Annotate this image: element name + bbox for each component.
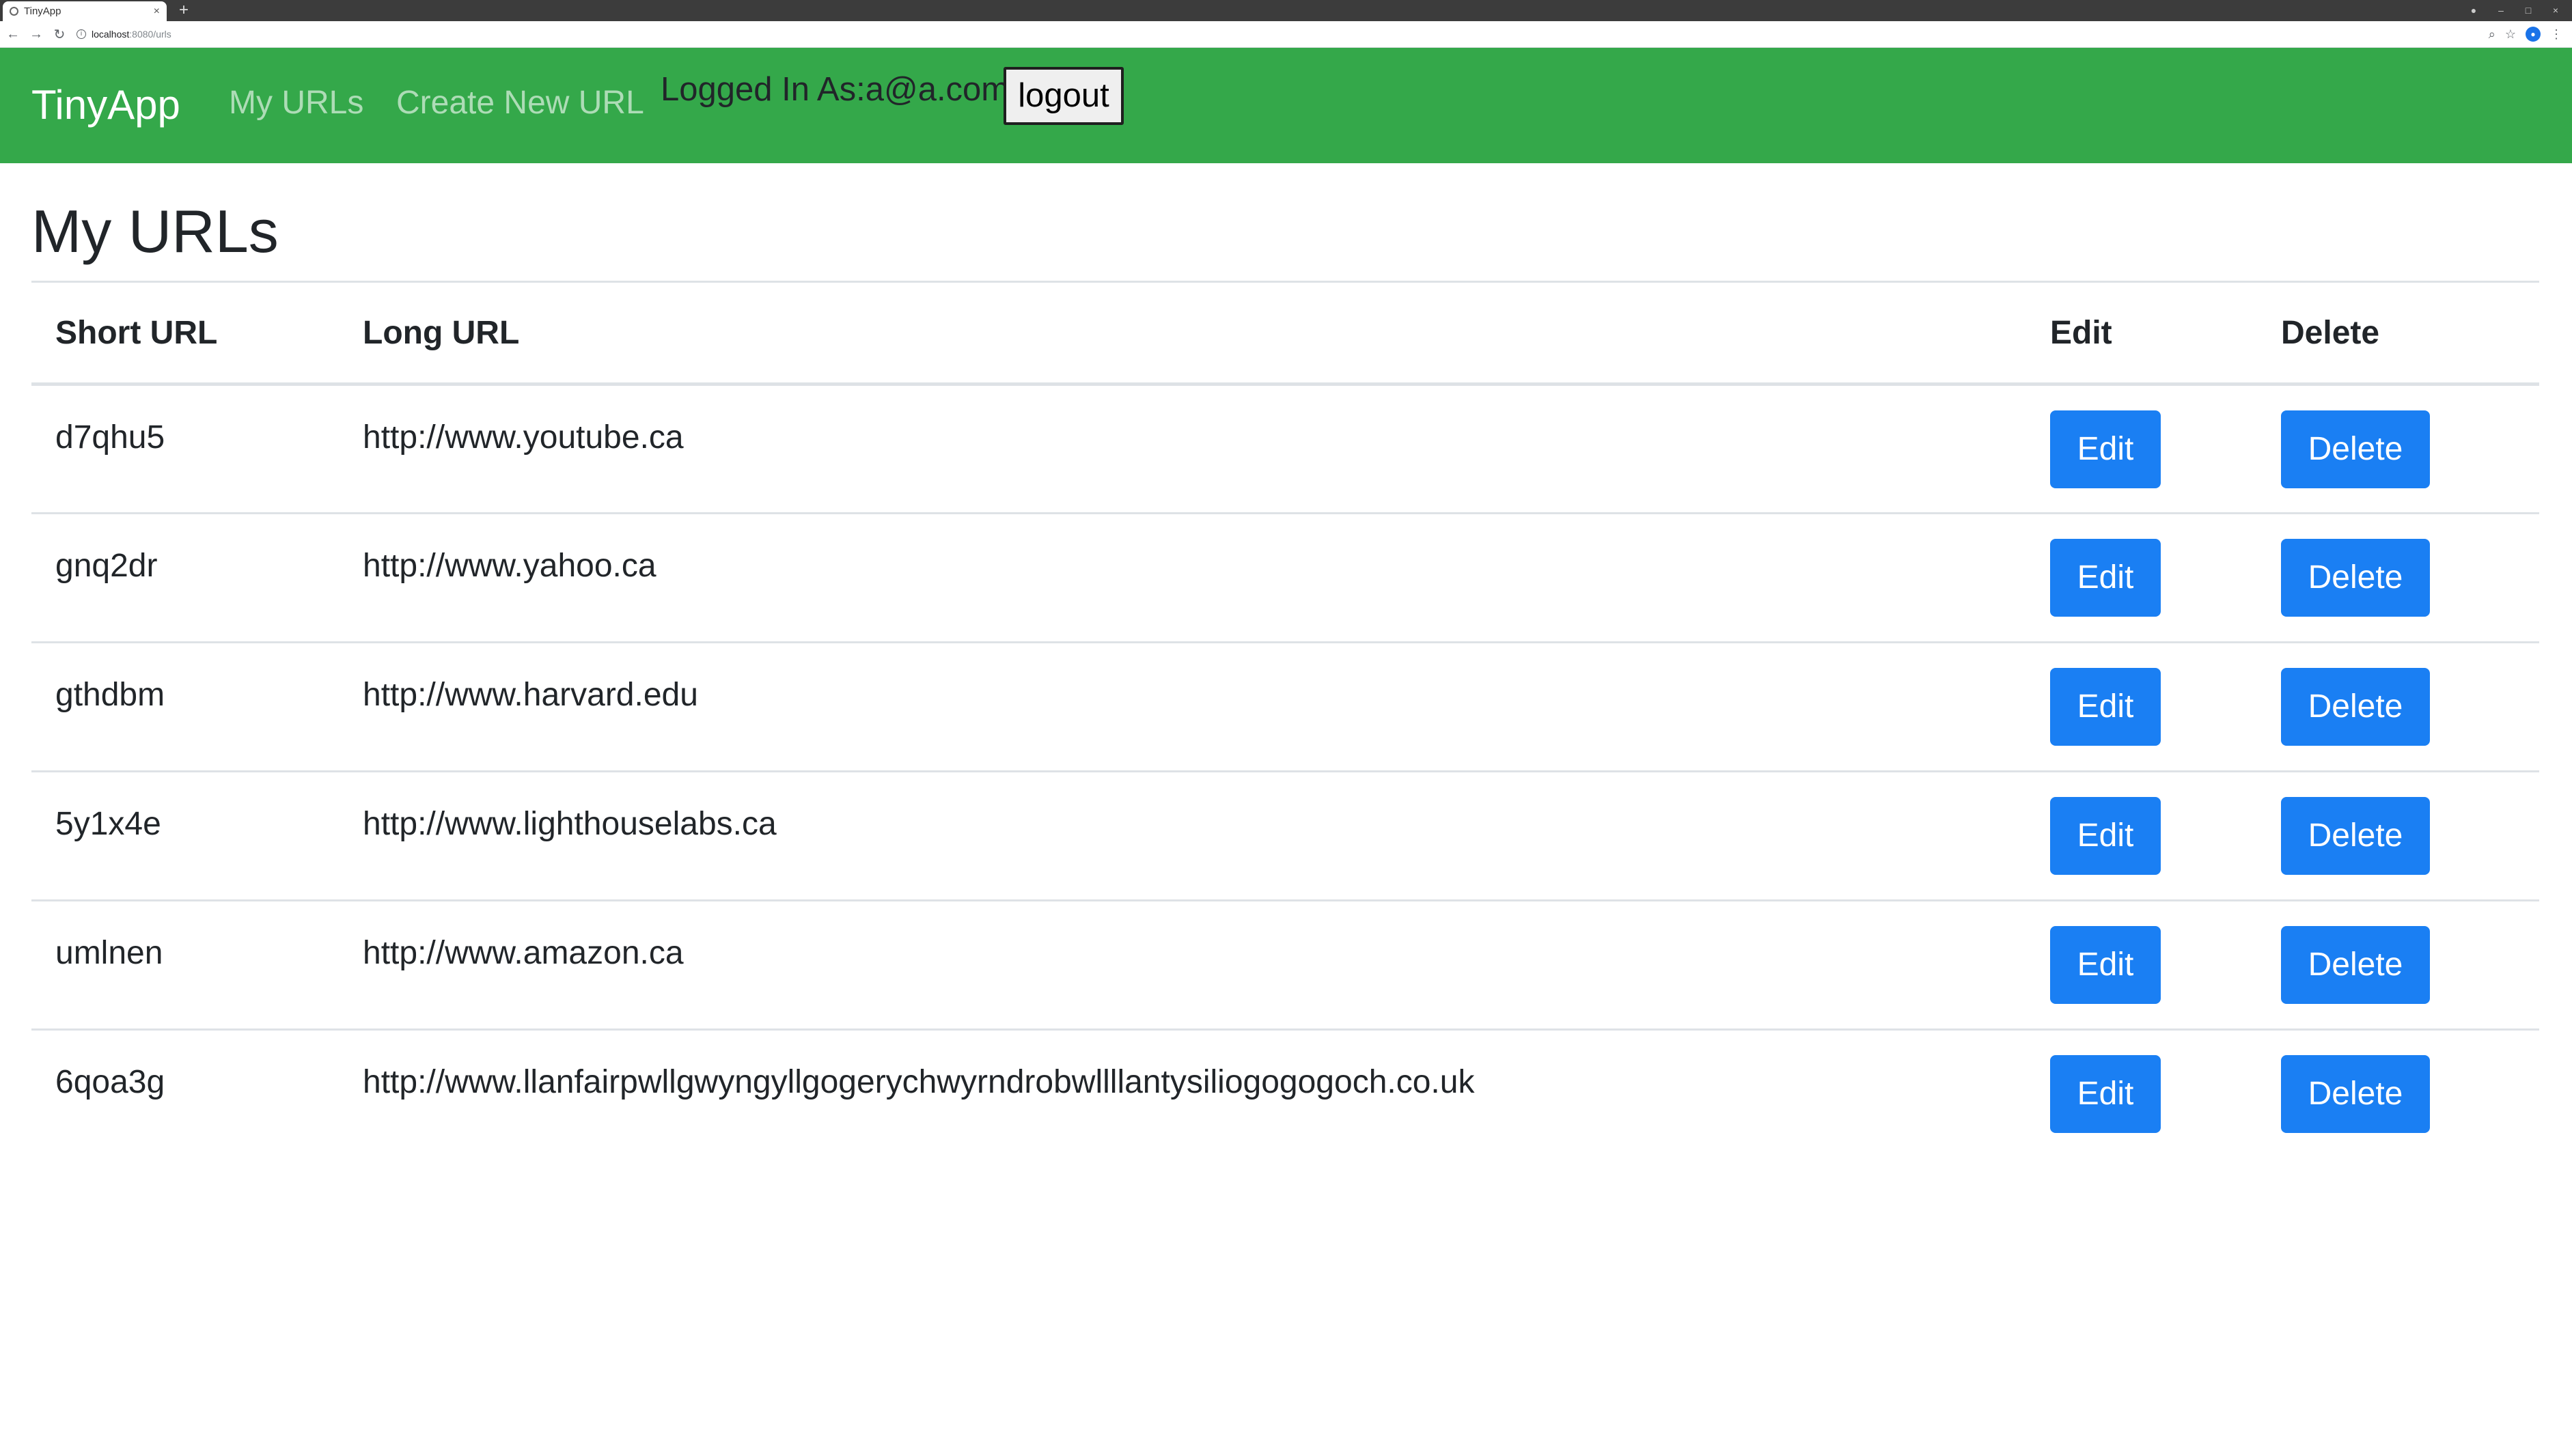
edit-button[interactable]: Edit [2050, 926, 2161, 1004]
maximize-icon[interactable]: □ [2521, 3, 2536, 18]
table-row: 5y1x4e http://www.lighthouselabs.ca Edit… [31, 770, 2539, 901]
edit-button[interactable]: Edit [2050, 1055, 2161, 1133]
long-url-cell: http://www.youtube.ca [363, 419, 684, 456]
column-header-edit: Edit [2026, 281, 2257, 386]
long-url-cell: http://www.yahoo.ca [339, 512, 2026, 643]
close-icon[interactable]: × [154, 5, 160, 18]
short-url-cell: d7qhu5 [55, 419, 165, 456]
nav-create-new-url[interactable]: Create New URL [396, 83, 644, 123]
url-host: localhost [92, 29, 130, 40]
toolbar-actions: ⌕ ☆ ● ⋮ [2489, 27, 2562, 42]
app-navbar: TinyApp My URLs Create New URL Logged In… [0, 48, 2572, 163]
logout-button[interactable]: logout [1004, 67, 1124, 125]
short-url-cell: 5y1x4e [31, 770, 339, 901]
zoom-icon[interactable]: ⌕ [2489, 27, 2495, 42]
long-url-cell: http://www.amazon.ca [339, 899, 2026, 1030]
minimize-icon[interactable]: – [2493, 3, 2508, 18]
window-close-icon[interactable]: × [2548, 3, 2563, 18]
table-row: d7qhu5 http://www.youtube.ca Edit Delete [31, 384, 2539, 514]
delete-button[interactable]: Delete [2281, 410, 2430, 488]
edit-button[interactable]: Edit [2050, 539, 2161, 617]
browser-tabstrip: TinyApp × + ● – □ × [0, 0, 2572, 21]
forward-icon[interactable]: → [26, 24, 46, 44]
profile-avatar[interactable]: ● [2526, 27, 2541, 42]
nav-my-urls[interactable]: My URLs [229, 83, 363, 123]
short-url-cell: gnq2dr [31, 512, 339, 643]
browser-tab[interactable]: TinyApp × [3, 1, 167, 21]
delete-button[interactable]: Delete [2281, 797, 2430, 875]
delete-button[interactable]: Delete [2281, 1055, 2430, 1133]
delete-button[interactable]: Delete [2281, 668, 2430, 746]
page-title: My URLs [31, 197, 279, 265]
bookmark-star-icon[interactable]: ☆ [2505, 27, 2516, 42]
long-url-cell: http://www.harvard.edu [339, 641, 2026, 772]
table-row: 6qoa3g http://www.llanfairpwllgwyngyllgo… [31, 1028, 2539, 1159]
column-header-long-url: Long URL [339, 281, 2026, 386]
short-url-cell: 6qoa3g [31, 1028, 339, 1159]
logged-in-status: Logged In As:a@a.com [661, 71, 1010, 108]
info-icon[interactable]: i [77, 29, 86, 39]
tab-title: TinyApp [24, 5, 61, 17]
menu-kebab-icon[interactable]: ⋮ [2550, 27, 2562, 42]
table-row: umlnen http://www.amazon.ca Edit Delete [31, 899, 2539, 1030]
back-icon[interactable]: ← [3, 24, 23, 44]
edit-button[interactable]: Edit [2050, 668, 2161, 746]
edit-button[interactable]: Edit [2050, 797, 2161, 875]
long-url-cell: http://www.llanfairpwllgwyngyllgogerychw… [339, 1028, 2026, 1159]
table-row: gnq2dr http://www.yahoo.ca Edit Delete [31, 512, 2539, 643]
long-url-cell: http://www.lighthouselabs.ca [339, 770, 2026, 901]
short-url-cell: gthdbm [31, 641, 339, 772]
new-tab-button[interactable]: + [175, 1, 193, 19]
globe-icon [10, 7, 18, 16]
brand-link[interactable]: TinyApp [31, 81, 180, 130]
url-path: :8080/urls [129, 29, 171, 40]
cast-icon[interactable]: ● [2466, 3, 2481, 18]
table-row: gthdbm http://www.harvard.edu Edit Delet… [31, 641, 2539, 772]
browser-toolbar: ← → ↻ i localhost:8080/urls ⌕ ☆ ● ⋮ [0, 21, 2572, 48]
column-header-short-url: Short URL [31, 281, 339, 386]
delete-button[interactable]: Delete [2281, 926, 2430, 1004]
edit-button[interactable]: Edit [2050, 410, 2161, 488]
reload-icon[interactable]: ↻ [49, 24, 70, 44]
address-bar[interactable]: i localhost:8080/urls [77, 29, 2489, 40]
column-header-delete: Delete [2257, 281, 2539, 386]
delete-button[interactable]: Delete [2281, 539, 2430, 617]
table-header-row: Short URL Long URL Edit Delete [31, 281, 2539, 386]
urls-table: Short URL Long URL Edit Delete d7qhu5 ht… [31, 281, 2539, 1159]
short-url-cell: umlnen [31, 899, 339, 1030]
